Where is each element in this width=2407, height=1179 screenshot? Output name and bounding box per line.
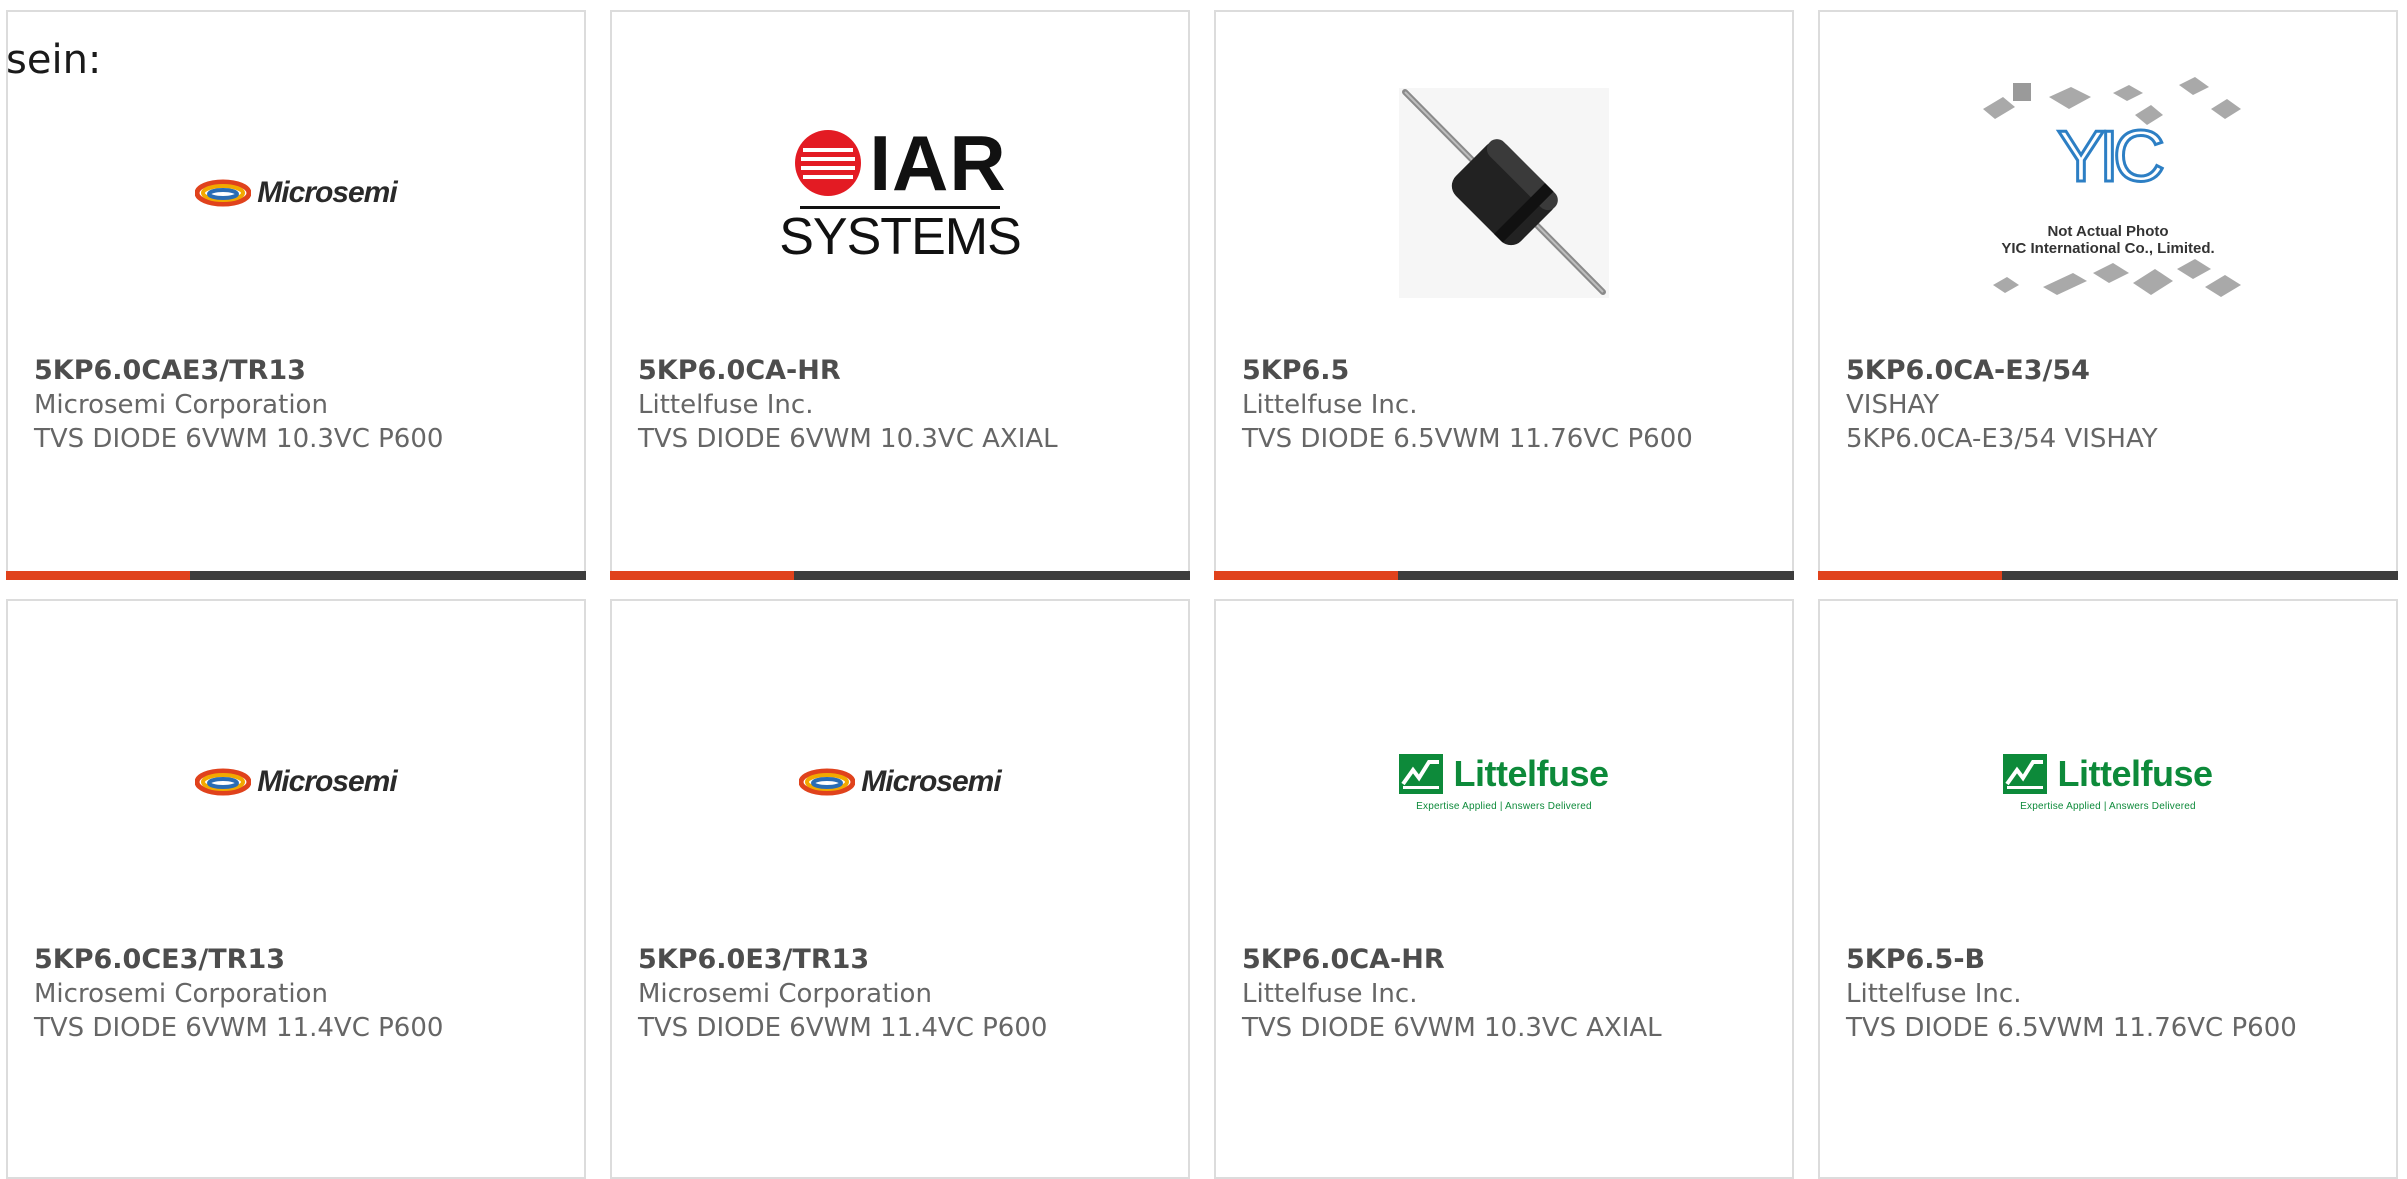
manufacturer: Littelfuse Inc.: [1242, 979, 1418, 1009]
card-accent: [1818, 571, 2002, 580]
microsemi-wordmark: Microsemi: [257, 765, 397, 798]
description: TVS DIODE 6.5VWM 11.76VC P600: [1242, 424, 1693, 454]
part-number[interactable]: 5KP6.0CA-HR: [638, 354, 1148, 388]
product-card[interactable]: Littelfuse Expertise Applied | Answers D…: [1214, 599, 1794, 1179]
microsemi-swirl-icon: [195, 179, 252, 207]
part-number[interactable]: 5KP6.0CAE3/TR13: [34, 354, 544, 388]
product-card[interactable]: Littelfuse Expertise Applied | Answers D…: [1818, 599, 2398, 1179]
product-card[interactable]: Microsemi 5KP6.0E3/TR13 Microsemi Corpor…: [610, 599, 1190, 1179]
iar-circle-icon: [795, 129, 862, 196]
product-image: IAR SYSTEMS: [612, 68, 1188, 318]
product-card[interactable]: IAR SYSTEMS 5KP6.0CA-HR Littelfuse Inc. …: [610, 10, 1190, 580]
manufacturer: Microsemi Corporation: [638, 979, 932, 1009]
product-image: YIC Not Actual Photo YIC International C…: [1820, 68, 2396, 318]
part-number[interactable]: 5KP6.0CA-HR: [1242, 943, 1752, 977]
iar-wordmark: IAR: [869, 118, 1007, 207]
axial-diode-photo: [1399, 88, 1609, 298]
description: TVS DIODE 6VWM 10.3VC AXIAL: [1242, 1013, 1662, 1043]
manufacturer: Littelfuse Inc.: [1242, 390, 1418, 420]
card-accent: [610, 571, 794, 580]
part-number[interactable]: 5KP6.5-B: [1846, 943, 2356, 977]
product-image: Littelfuse Expertise Applied | Answers D…: [1820, 657, 2396, 907]
manufacturer: Littelfuse Inc.: [1846, 979, 2022, 1009]
description: TVS DIODE 6VWM 10.3VC P600: [34, 424, 444, 454]
product-grid: Microsemi 5KP6.0CAE3/TR13 Microsemi Corp…: [0, 0, 2407, 1179]
iar-systems-logo: IAR SYSTEMS: [779, 124, 1021, 263]
description: TVS DIODE 6VWM 11.4VC P600: [638, 1013, 1048, 1043]
microsemi-swirl-icon: [195, 768, 252, 796]
manufacturer: VISHAY: [1846, 390, 1940, 420]
part-number[interactable]: 5KP6.0E3/TR13: [638, 943, 1148, 977]
part-number[interactable]: 5KP6.0CA-E3/54: [1846, 354, 2356, 388]
product-card[interactable]: 5KP6.5 Littelfuse Inc. TVS DIODE 6.5VWM …: [1214, 10, 1794, 580]
littelfuse-logo: Littelfuse Expertise Applied | Answers D…: [2003, 752, 2213, 812]
description: TVS DIODE 6VWM 10.3VC AXIAL: [638, 424, 1058, 454]
card-accent: [1214, 571, 1398, 580]
description: TVS DIODE 6VWM 11.4VC P600: [34, 1013, 444, 1043]
manufacturer: Microsemi Corporation: [34, 390, 328, 420]
card-footer-bar: [6, 571, 586, 580]
littelfuse-mark-icon: [2003, 753, 2048, 794]
intro-text: sein:: [6, 37, 102, 83]
card-footer-bar: [1818, 571, 2398, 580]
yic-logo: YIC: [2055, 117, 2166, 197]
littelfuse-logo: Littelfuse Expertise Applied | Answers D…: [1399, 752, 1609, 812]
yic-placeholder-image: YIC Not Actual Photo YIC International C…: [1973, 73, 2243, 313]
product-card[interactable]: Microsemi 5KP6.0CE3/TR13 Microsemi Corpo…: [6, 599, 586, 1179]
product-image: [1216, 68, 1792, 318]
card-footer-bar: [1214, 571, 1794, 580]
littelfuse-tagline: Expertise Applied | Answers Delivered: [1416, 800, 1592, 812]
product-image: Littelfuse Expertise Applied | Answers D…: [1216, 657, 1792, 907]
yic-caption-line2: YIC International Co., Limited.: [2001, 240, 2215, 257]
description: 5KP6.0CA-E3/54 VISHAY: [1846, 424, 2158, 454]
product-image: Microsemi: [8, 657, 584, 907]
part-number[interactable]: 5KP6.5: [1242, 354, 1752, 388]
product-image: Microsemi: [612, 657, 1188, 907]
card-footer-bar: [610, 571, 1190, 580]
iar-systems-wordmark: SYSTEMS: [779, 207, 1021, 266]
yic-caption: Not Actual Photo YIC International Co., …: [1973, 223, 2243, 257]
microsemi-logo: Microsemi: [195, 765, 398, 799]
microsemi-wordmark: Microsemi: [257, 176, 397, 209]
manufacturer: Microsemi Corporation: [34, 979, 328, 1009]
description: TVS DIODE 6.5VWM 11.76VC P600: [1846, 1013, 2297, 1043]
product-image: Microsemi: [8, 68, 584, 318]
manufacturer: Littelfuse Inc.: [638, 390, 814, 420]
yic-caption-line1: Not Actual Photo: [2047, 223, 2169, 240]
part-number[interactable]: 5KP6.0CE3/TR13: [34, 943, 544, 977]
microsemi-wordmark: Microsemi: [861, 765, 1001, 798]
card-accent: [6, 571, 190, 580]
microsemi-swirl-icon: [799, 768, 856, 796]
littelfuse-mark-icon: [1399, 753, 1444, 794]
littelfuse-tagline: Expertise Applied | Answers Delivered: [2020, 800, 2196, 812]
microsemi-logo: Microsemi: [195, 176, 398, 210]
littelfuse-wordmark: Littelfuse: [2057, 752, 2213, 794]
microsemi-logo: Microsemi: [799, 765, 1002, 799]
littelfuse-wordmark: Littelfuse: [1453, 752, 1609, 794]
product-card[interactable]: YIC Not Actual Photo YIC International C…: [1818, 10, 2398, 580]
product-card[interactable]: Microsemi 5KP6.0CAE3/TR13 Microsemi Corp…: [6, 10, 586, 580]
